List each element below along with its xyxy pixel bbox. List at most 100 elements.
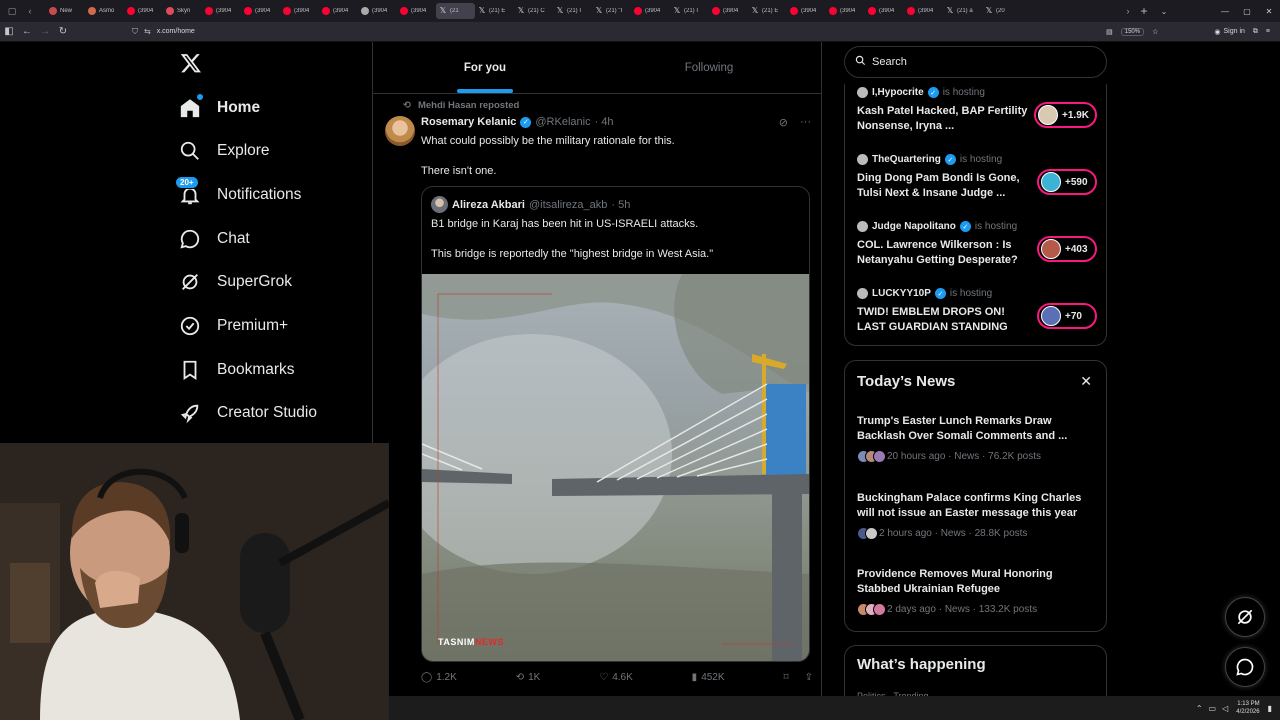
forward-button[interactable]: → [36, 26, 54, 37]
browser-tab[interactable]: New [46, 3, 85, 19]
browser-tab[interactable]: 𝕏 (21 [436, 3, 475, 19]
back-button[interactable]: ← [18, 26, 36, 37]
author-name[interactable]: Rosemary Kelanic [421, 116, 516, 128]
nav-item-explore[interactable]: Explore [178, 136, 270, 166]
taskbar-clock[interactable]: 1:13 PM 4/2/2026 [1236, 700, 1259, 716]
space-listeners-pill[interactable]: +70 [1037, 303, 1097, 329]
browser-tab[interactable]: (3904 [358, 3, 397, 19]
browser-tab[interactable]: (3904 [319, 3, 358, 19]
tweet-time[interactable]: · 4h [595, 116, 614, 128]
avatar[interactable] [431, 196, 448, 213]
connection-icon[interactable]: ⇆ [144, 27, 151, 36]
more-options-icon[interactable]: ··· [800, 116, 811, 129]
browser-tab[interactable]: (3904 [202, 3, 241, 19]
sign-in-button[interactable]: ◉ Sign in [1214, 28, 1245, 36]
browser-tab[interactable]: 𝕏 (21) I [670, 3, 709, 19]
extensions-icon[interactable]: ⧉ [1253, 28, 1258, 36]
browser-tab[interactable]: (3904 [280, 3, 319, 19]
grok-icon[interactable]: ⊘ [779, 116, 788, 129]
browser-tab[interactable]: (3904 [397, 3, 436, 19]
browser-tab[interactable]: 𝕏 (21) I [553, 3, 592, 19]
news-item[interactable]: Providence Removes Mural Honoring Stabbe… [857, 567, 1097, 616]
quote-author-name[interactable]: Alireza Akbari [452, 199, 525, 211]
bridge-photo[interactable]: TASNIMNEWS [422, 274, 809, 661]
share-icon[interactable]: ⇪ [805, 672, 813, 683]
browser-tab[interactable]: 𝕏 (21) C [514, 3, 553, 19]
search-input[interactable]: Search [844, 46, 1107, 78]
bookmark-icon[interactable]: ⌑ [783, 672, 788, 683]
browser-tab[interactable]: 𝕏 (21) E [475, 3, 514, 19]
tray-chevron-icon[interactable]: ⌃ [1196, 704, 1203, 713]
bookmark-star-icon[interactable]: ☆ [1152, 28, 1158, 36]
volume-icon[interactable]: ◁ [1222, 704, 1228, 713]
quote-time[interactable]: · 5h [611, 199, 630, 211]
browser-tab-title: (3904 [216, 8, 232, 14]
browser-tabs: New Asmo (3904 Skyri (3904 (3904 (3904 (3904 (39… [36, 0, 1116, 22]
new-tab-button[interactable]: + [1134, 4, 1154, 18]
views-button[interactable]: ▮ 452K [692, 672, 725, 683]
network-icon[interactable]: ▭ [1209, 704, 1217, 713]
space-item[interactable]: I,Hypocrite ✓ is hosting Kash Patel Hacked… [857, 87, 1097, 134]
grok-fab-button[interactable] [1225, 597, 1265, 637]
browser-tab[interactable]: (3904 [904, 3, 943, 19]
close-icon[interactable]: ✕ [1080, 373, 1092, 390]
notification-center-icon[interactable]: ▮ [1268, 704, 1272, 713]
tab-list-icon[interactable]: ▢ [6, 0, 18, 22]
browser-tab[interactable]: (3904 [124, 3, 163, 19]
reload-button[interactable]: ↻ [54, 26, 72, 37]
quoted-tweet[interactable]: Alireza Akbari @itsalireza_akb · 5h B1 b… [421, 186, 810, 662]
author-handle[interactable]: @RKelanic [535, 116, 590, 128]
close-window-button[interactable]: ✕ [1258, 7, 1280, 16]
browser-tab[interactable]: (3904 [631, 3, 670, 19]
like-button[interactable]: ♡ 4.6K [599, 672, 633, 683]
nav-item-supergrok[interactable]: SuperGrok [178, 267, 292, 297]
tab-scroll-right-icon[interactable]: › [1122, 0, 1134, 22]
avatar[interactable] [385, 116, 415, 146]
sidebar-toggle-icon[interactable]: ◧ [0, 26, 18, 37]
repost-button[interactable]: ⟲ 1K [516, 672, 541, 683]
minimize-button[interactable]: — [1214, 7, 1236, 16]
nav-item-bookmarks[interactable]: Bookmarks [178, 355, 295, 385]
space-listeners-pill[interactable]: +1.9K [1034, 102, 1097, 128]
browser-tab[interactable]: 𝕏 (21) E [748, 3, 787, 19]
news-item[interactable]: Buckingham Palace confirms King Charles … [857, 491, 1097, 540]
browser-tab[interactable]: (3904 [865, 3, 904, 19]
browser-tab[interactable]: (3904 [709, 3, 748, 19]
nav-item-premium[interactable]: Premium+ [178, 311, 288, 341]
news-item[interactable]: Trump's Easter Lunch Remarks Draw Backla… [857, 414, 1097, 463]
reader-view-icon[interactable]: ▤ [1106, 28, 1113, 36]
shield-icon[interactable]: ⛉ [132, 27, 138, 37]
nav-item-chat[interactable]: Chat [178, 224, 250, 254]
browser-tab[interactable]: Asmo [85, 3, 124, 19]
tab-menu-chevron-icon[interactable]: ⌄ [1154, 7, 1174, 16]
tab-following[interactable]: Following [597, 42, 821, 93]
browser-tab[interactable]: (3904 [826, 3, 865, 19]
nav-item-creator-studio[interactable]: Creator Studio [178, 398, 317, 428]
x-logo-icon[interactable] [180, 52, 202, 74]
space-item[interactable]: Judge Napolitano ✓ is hosting COL. Lawrenc… [857, 221, 1097, 268]
tab-for-you[interactable]: For you [373, 42, 597, 93]
url-field[interactable]: ⛉ ⇆ x.com/home [132, 24, 1106, 40]
space-item[interactable]: LUCKYY10P ✓ is hosting TWID! EMBLEM DROPS … [857, 288, 1097, 335]
nav-item-home[interactable]: Home [178, 93, 260, 123]
browser-tab[interactable]: (3904 [787, 3, 826, 19]
space-listeners-pill[interactable]: +403 [1037, 236, 1097, 262]
reply-button[interactable]: ◯ 1.2K [421, 672, 457, 683]
browser-tab[interactable]: 𝕏 (21) "I [592, 3, 631, 19]
browser-tab[interactable]: Skyri [163, 3, 202, 19]
space-listeners-pill[interactable]: +590 [1037, 169, 1097, 195]
verified-badge-icon: ✓ [927, 87, 939, 98]
nav-item-notifications[interactable]: 20+ Notifications [175, 176, 301, 210]
quote-author-handle[interactable]: @itsalireza_akb [529, 199, 607, 211]
messages-fab-button[interactable] [1225, 647, 1265, 687]
browser-tab-title: (21) I [567, 8, 582, 14]
maximize-button[interactable]: ▢ [1236, 7, 1258, 16]
browser-tab[interactable]: 𝕏 (21) a [943, 3, 982, 19]
bookmark-share-group: ⌑ ⇪ [783, 672, 813, 683]
browser-tab[interactable]: (3904 [241, 3, 280, 19]
app-menu-icon[interactable]: ≡ [1266, 28, 1270, 35]
browser-tab[interactable]: 𝕏 (20 [982, 3, 1021, 19]
zoom-level-badge[interactable]: 150% [1120, 27, 1145, 36]
space-item[interactable]: TheQuartering ✓ is hosting Ding Dong Pam B… [857, 154, 1097, 201]
tab-scroll-left-icon[interactable]: ‹ [24, 0, 36, 22]
